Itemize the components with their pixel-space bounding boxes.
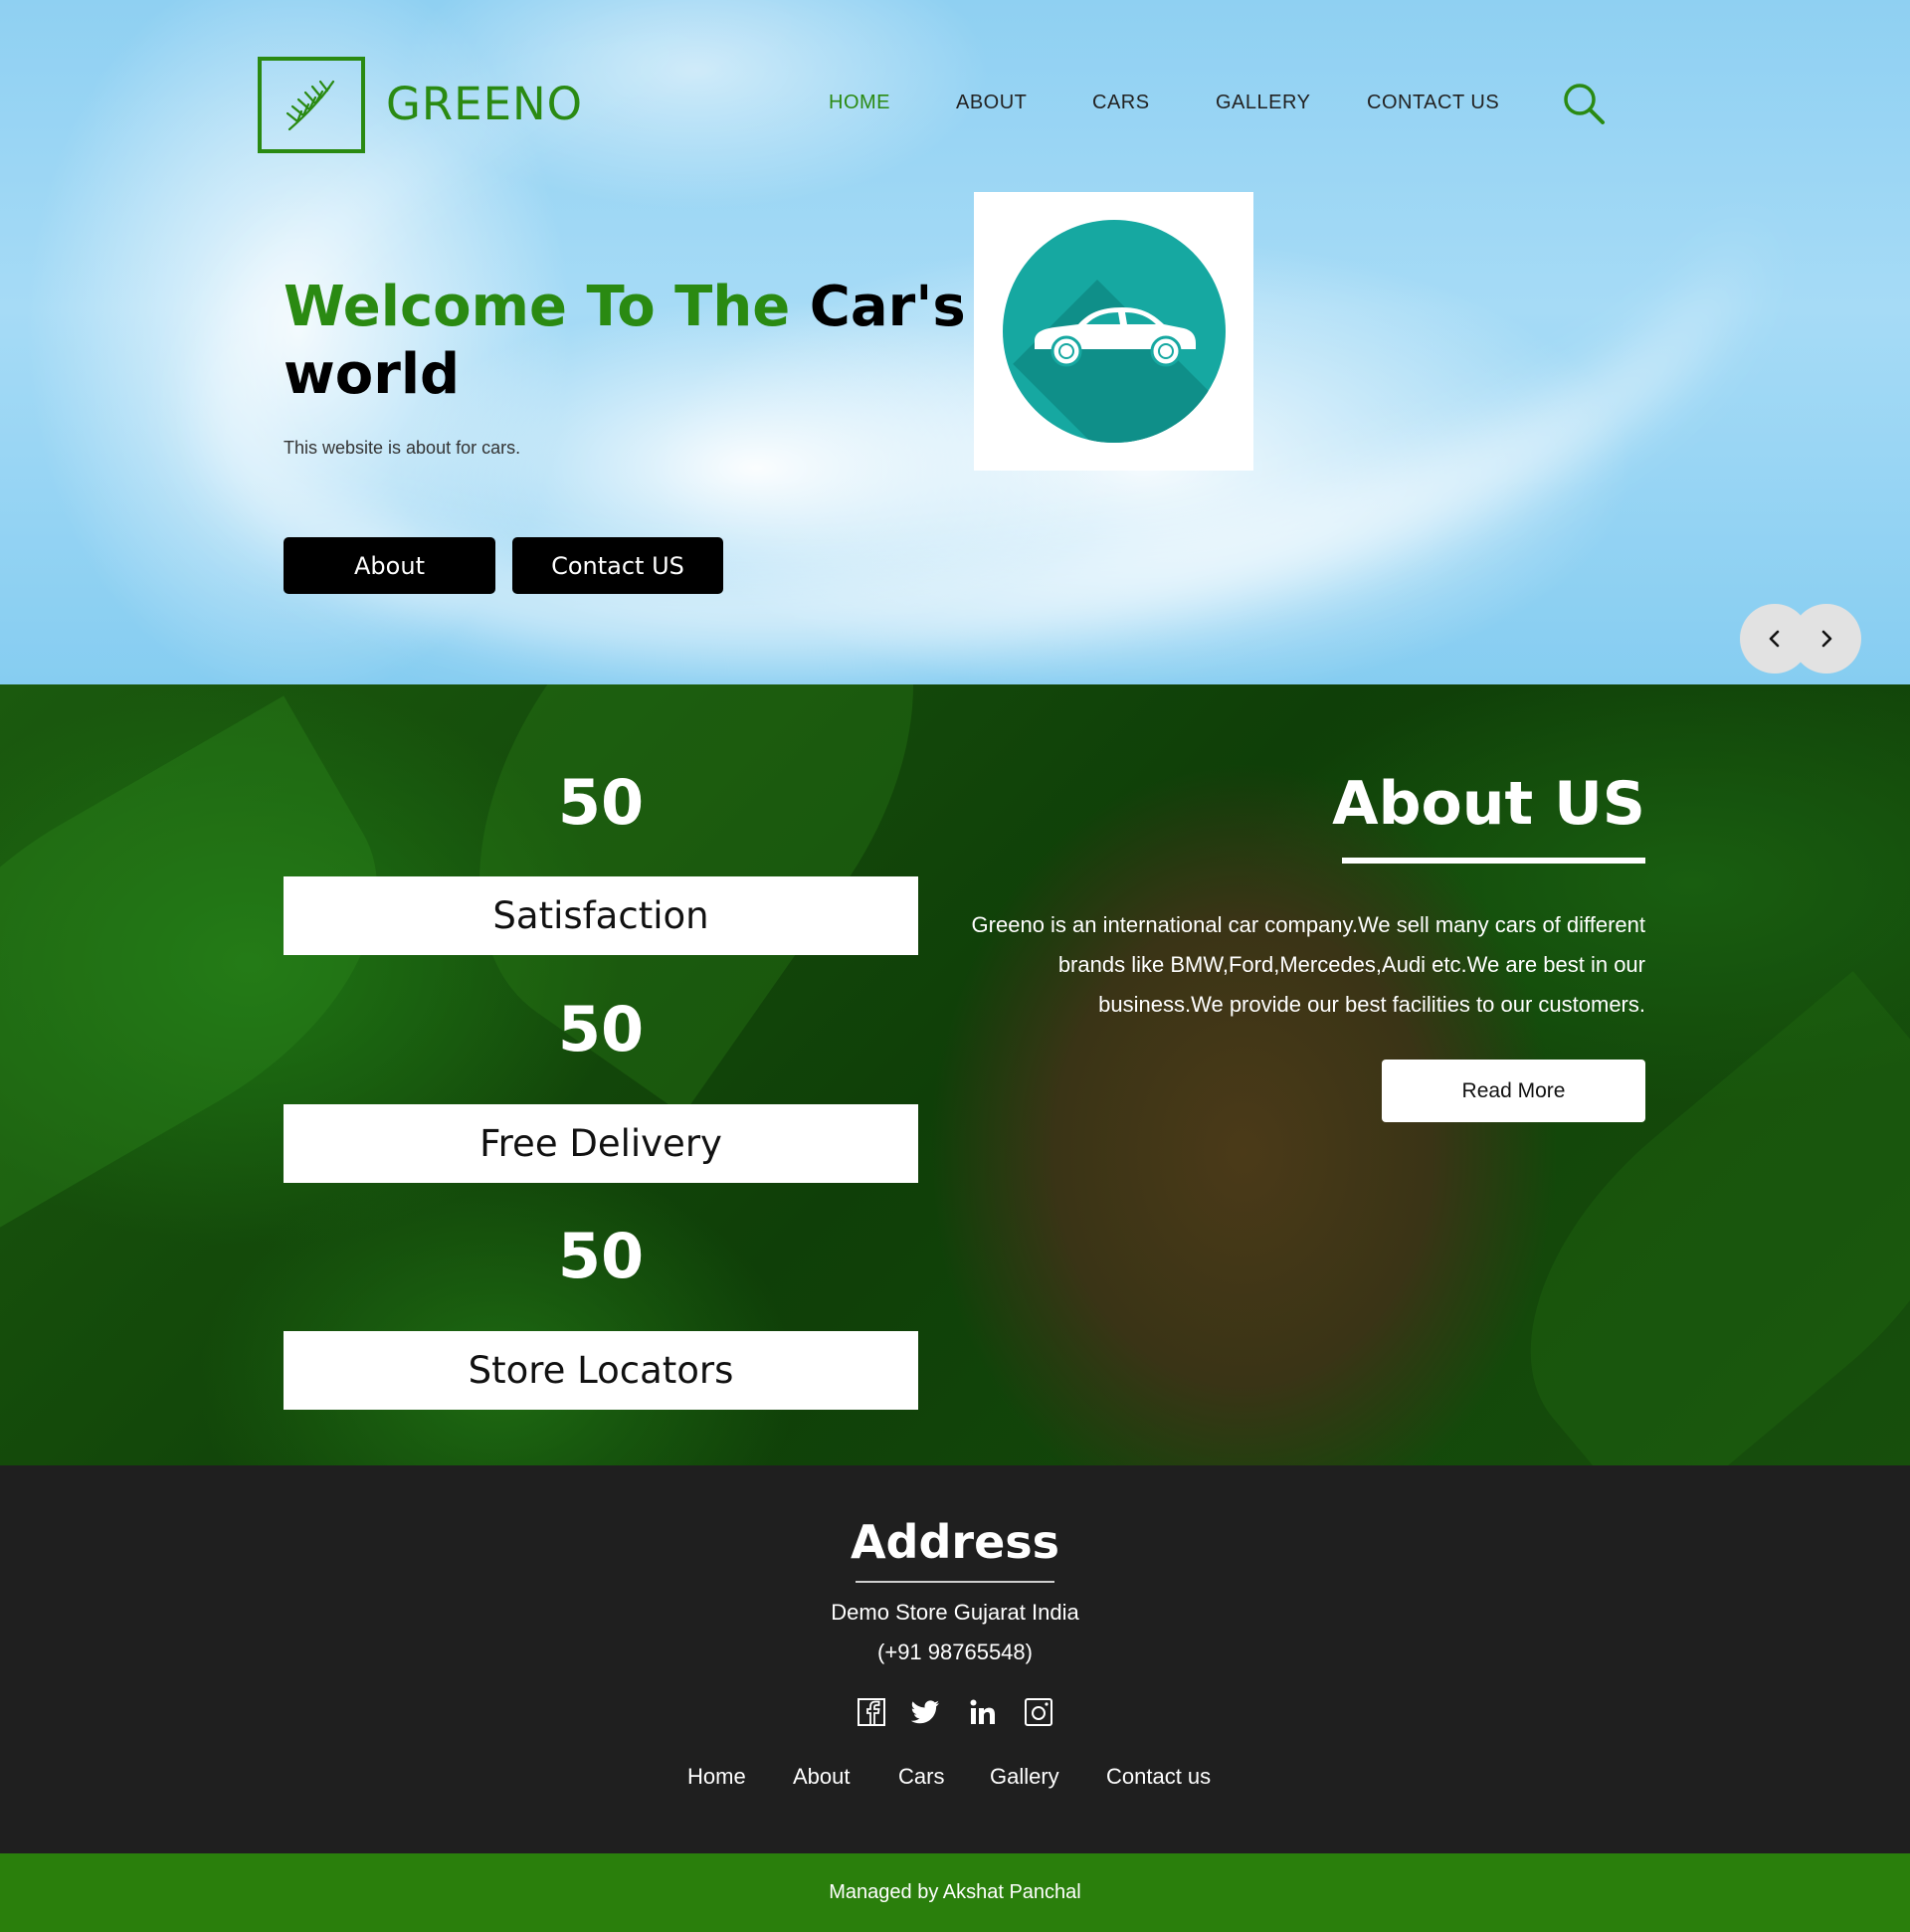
chevron-left-icon <box>1769 630 1780 648</box>
nav-about[interactable]: ABOUT <box>956 92 1027 114</box>
footer: Address Demo Store Gujarat India (+91 98… <box>0 1465 1910 1853</box>
about-underline <box>1342 858 1645 864</box>
hero-subtitle: This website is about for cars. <box>284 438 521 458</box>
hero-section: GREENO HOME ABOUT CARS GALLERY CONTACT U… <box>0 0 1910 684</box>
next-slide-button[interactable] <box>1792 604 1861 674</box>
stat-label-box: Satisfaction <box>284 876 918 955</box>
footer-nav: Home About Cars Gallery Contact us <box>0 1764 1910 1794</box>
footer-link-gallery[interactable]: Gallery <box>990 1764 1059 1790</box>
nav-cars[interactable]: CARS <box>1092 92 1150 114</box>
credit-bar: Managed by Akshat Panchal <box>0 1853 1910 1932</box>
search-icon[interactable] <box>1562 82 1606 125</box>
linkedin-icon[interactable] <box>967 1696 999 1728</box>
twitter-icon[interactable] <box>909 1696 941 1728</box>
nav-gallery[interactable]: GALLERY <box>1216 92 1310 114</box>
chevron-right-icon <box>1821 630 1832 648</box>
footer-link-contact-us[interactable]: Contact us <box>1106 1764 1211 1790</box>
about-button[interactable]: About <box>284 537 495 594</box>
stat-label-box: Free Delivery <box>284 1104 918 1183</box>
hero-title-green: Welcome To The <box>284 275 791 339</box>
facebook-icon[interactable] <box>856 1696 887 1728</box>
background-leaf <box>1456 970 1910 1465</box>
car-image <box>974 192 1253 471</box>
slider-controls <box>1740 604 1861 674</box>
nav-home[interactable]: HOME <box>829 92 890 114</box>
phone-text: (+91 98765548) <box>877 1640 1033 1664</box>
hero-title: Welcome To The Car's world <box>284 274 980 409</box>
car-icon <box>1034 307 1196 367</box>
instagram-icon[interactable] <box>1023 1696 1054 1728</box>
stat-label-box: Store Locators <box>284 1331 918 1410</box>
address-title: Address <box>850 1515 1060 1569</box>
stat-number: 50 <box>557 1220 645 1292</box>
hero-title-world: world <box>284 342 461 407</box>
footer-link-cars[interactable]: Cars <box>898 1764 944 1790</box>
stats-about-section: 50 Satisfaction 50 Free Delivery 50 Stor… <box>0 684 1910 1465</box>
stat-number: 50 <box>557 993 645 1065</box>
address-underline <box>856 1581 1054 1583</box>
footer-link-about[interactable]: About <box>793 1764 851 1790</box>
footer-link-home[interactable]: Home <box>687 1764 746 1790</box>
social-links <box>856 1696 1054 1730</box>
hero-title-black: Car's <box>809 275 966 339</box>
contact-us-button[interactable]: Contact US <box>512 537 723 594</box>
nav-contact-us[interactable]: CONTACT US <box>1367 92 1499 114</box>
stat-number: 50 <box>557 766 645 839</box>
main-nav: HOME ABOUT CARS GALLERY CONTACT US <box>0 92 1910 115</box>
about-text: Greeno is an international car company.W… <box>971 912 1645 1017</box>
car-circle-icon <box>1002 220 1226 443</box>
about-title: About US <box>1332 769 1645 839</box>
address-text: Demo Store Gujarat India <box>831 1600 1079 1625</box>
read-more-button[interactable]: Read More <box>1382 1060 1645 1122</box>
credit-text: Managed by Akshat Panchal <box>829 1881 1081 1903</box>
